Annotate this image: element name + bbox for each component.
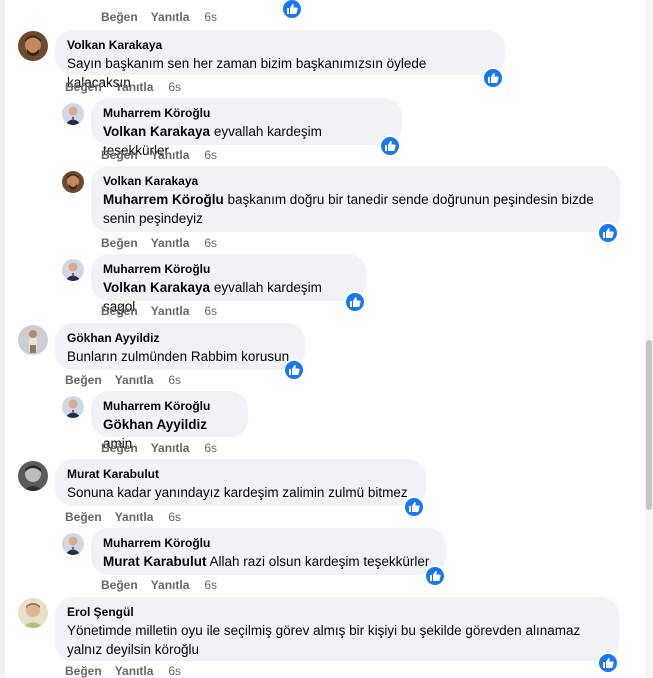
comment-actions: Beğen Yanıtla 6s bbox=[101, 441, 217, 455]
like-action[interactable]: Beğen bbox=[101, 304, 138, 318]
reply-action[interactable]: Yanıtla bbox=[115, 664, 154, 678]
comment-time[interactable]: 6s bbox=[204, 304, 217, 318]
mention-link[interactable]: Muharrem Köroğlu bbox=[103, 192, 224, 207]
comment-time[interactable]: 6s bbox=[168, 80, 181, 94]
comment-time[interactable]: 6s bbox=[204, 578, 217, 592]
comment-bubble: Volkan Karakaya Sayın başkanım sen her z… bbox=[55, 30, 505, 90]
comment-body: Allah razi olsun kardeşim teşekkürler bbox=[209, 554, 430, 569]
comment-text: Murat Karabulut Allah razi olsun kardeşi… bbox=[103, 552, 434, 571]
comment-bubble: Muharrem Köroğlu Gökhan Ayyildiz amin bbox=[91, 391, 248, 451]
like-action[interactable]: Beğen bbox=[65, 510, 102, 524]
avatar[interactable] bbox=[18, 461, 48, 491]
comment-actions: Beğen Yanıtla 6s bbox=[65, 510, 181, 524]
comment-bubble: Volkan Karakaya Muharrem Köroğlu başkanı… bbox=[91, 166, 620, 232]
comment-time[interactable]: 6s bbox=[204, 236, 217, 250]
reply-action[interactable]: Yanıtla bbox=[151, 10, 190, 24]
mention-link[interactable]: Murat Karabulut bbox=[103, 554, 207, 569]
scrollbar-thumb[interactable] bbox=[646, 340, 652, 510]
comment-text: Yönetimde milletin oyu ile seçilmiş göre… bbox=[67, 621, 607, 659]
like-reaction-icon[interactable] bbox=[344, 291, 366, 313]
avatar[interactable] bbox=[62, 396, 84, 418]
reply-action[interactable]: Yanıtla bbox=[115, 80, 154, 94]
like-reaction-icon[interactable] bbox=[424, 565, 446, 587]
comment-actions: Beğen Yanıtla 6s bbox=[65, 664, 181, 678]
comment-author[interactable]: Muharrem Köroğlu bbox=[103, 106, 390, 120]
reply-action[interactable]: Yanıtla bbox=[151, 304, 190, 318]
avatar[interactable] bbox=[18, 598, 48, 628]
comment-actions: Beğen Yanıtla 6s bbox=[101, 304, 217, 318]
avatar[interactable] bbox=[18, 325, 48, 355]
comment-body: Yönetimde milletin oyu ile seçilmiş göre… bbox=[67, 623, 581, 638]
avatar[interactable] bbox=[62, 103, 84, 125]
like-reaction-icon[interactable] bbox=[482, 67, 504, 89]
reply-action[interactable]: Yanıtla bbox=[151, 236, 190, 250]
comment-actions: Beğen Yanıtla 6s bbox=[101, 148, 217, 162]
scrollbar[interactable] bbox=[645, 0, 653, 677]
comments-thread-page: { "labels": { "like": "Beğen", "reply": … bbox=[0, 0, 653, 678]
comment-bubble: Muharrem Köroğlu Volkan Karakaya eyvalla… bbox=[91, 254, 366, 314]
comment-author[interactable]: Murat Karabulut bbox=[67, 467, 414, 481]
like-reaction-icon[interactable] bbox=[283, 359, 305, 381]
comment-author[interactable]: Volkan Karakaya bbox=[67, 38, 493, 52]
comment-time[interactable]: 6s bbox=[168, 664, 181, 678]
comment-body: başkanım doğru bir tanedir sende doğrunu… bbox=[227, 192, 594, 207]
avatar[interactable] bbox=[62, 259, 84, 281]
comment-bubble: Murat Karabulut Sonuna kadar yanındayız … bbox=[55, 459, 426, 506]
reply-action[interactable]: Yanıtla bbox=[151, 441, 190, 455]
comment-author[interactable]: Muharrem Köroğlu bbox=[103, 262, 354, 276]
like-reaction-icon[interactable] bbox=[281, 0, 303, 20]
comment-text: Sonuna kadar yanındayız kardeşim zalimin… bbox=[67, 485, 408, 500]
comment-actions: Beğen Yanıtla 6s bbox=[101, 236, 217, 250]
comment-time[interactable]: 6s bbox=[168, 373, 181, 387]
like-reaction-icon[interactable] bbox=[597, 222, 619, 244]
like-action[interactable]: Beğen bbox=[65, 664, 102, 678]
like-action[interactable]: Beğen bbox=[101, 441, 138, 455]
comment-bubble: Muharrem Köroğlu Volkan Karakaya eyvalla… bbox=[91, 98, 402, 158]
comment-body-line2: yalnız deyilsin köroğlu bbox=[67, 642, 200, 657]
comment-bubble: Erol Şengül Yönetimde milletin oyu ile s… bbox=[55, 597, 619, 661]
comment-text: Muharrem Köroğlu başkanım doğru bir tane… bbox=[103, 190, 608, 228]
comment-author[interactable]: Volkan Karakaya bbox=[103, 174, 608, 188]
reply-action[interactable]: Yanıtla bbox=[115, 510, 154, 524]
comment-actions: Beğen Yanıtla 6s bbox=[101, 10, 217, 24]
comment-text: Bunların zulmünden Rabbim korusun bbox=[67, 349, 290, 364]
like-reaction-icon[interactable] bbox=[403, 496, 425, 518]
mention-link[interactable]: Gökhan Ayyildiz bbox=[103, 417, 207, 432]
mention-link[interactable]: Volkan Karakaya bbox=[103, 280, 210, 295]
comment-author[interactable]: Muharrem Köroğlu bbox=[103, 399, 236, 413]
comment-time[interactable]: 6s bbox=[204, 441, 217, 455]
comment-bubble: Gökhan Ayyildiz Bunların zulmünden Rabbi… bbox=[55, 323, 305, 370]
like-action[interactable]: Beğen bbox=[101, 148, 138, 162]
reply-action[interactable]: Yanıtla bbox=[115, 373, 154, 387]
comment-time[interactable]: 6s bbox=[168, 510, 181, 524]
like-action[interactable]: Beğen bbox=[101, 236, 138, 250]
comment-time[interactable]: 6s bbox=[204, 148, 217, 162]
avatar[interactable] bbox=[18, 31, 48, 61]
comment-body-line2: senin peşindeyiz bbox=[103, 211, 203, 226]
comment-time[interactable]: 6s bbox=[204, 10, 217, 24]
comment-author[interactable]: Erol Şengül bbox=[67, 605, 607, 619]
comment-actions: Beğen Yanıtla 6s bbox=[101, 578, 217, 592]
comment-actions: Beğen Yanıtla 6s bbox=[65, 80, 181, 94]
comment-actions: Beğen Yanıtla 6s bbox=[65, 373, 181, 387]
comment-author[interactable]: Gökhan Ayyildiz bbox=[67, 331, 293, 345]
comment-bubble: Muharrem Köroğlu Murat Karabulut Allah r… bbox=[91, 528, 446, 575]
like-action[interactable]: Beğen bbox=[101, 10, 138, 24]
mention-link[interactable]: Volkan Karakaya bbox=[103, 124, 210, 139]
avatar[interactable] bbox=[62, 533, 84, 555]
reply-action[interactable]: Yanıtla bbox=[151, 148, 190, 162]
left-edge-strip bbox=[0, 0, 5, 677]
like-action[interactable]: Beğen bbox=[65, 373, 102, 387]
avatar[interactable] bbox=[62, 171, 84, 193]
like-action[interactable]: Beğen bbox=[101, 578, 138, 592]
like-action[interactable]: Beğen bbox=[65, 80, 102, 94]
like-reaction-icon[interactable] bbox=[597, 652, 619, 674]
like-reaction-icon[interactable] bbox=[379, 135, 401, 157]
reply-action[interactable]: Yanıtla bbox=[151, 578, 190, 592]
comment-author[interactable]: Muharrem Köroğlu bbox=[103, 536, 434, 550]
